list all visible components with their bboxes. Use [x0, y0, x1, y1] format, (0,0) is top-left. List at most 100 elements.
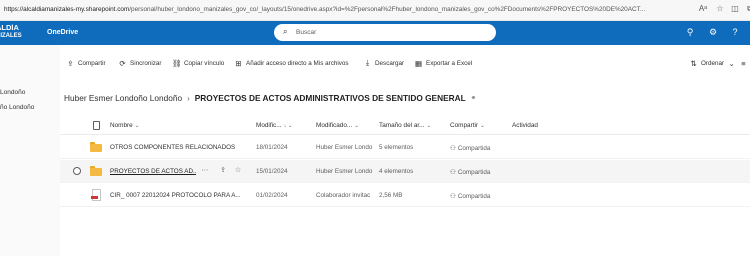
organization-logo[interactable]: ALDÍA NIZALES	[0, 24, 30, 40]
sync-button[interactable]: ⟳ Sincronizar	[118, 54, 162, 72]
file-name[interactable]: OTROS COMPONENTES RELACIONADOS	[110, 144, 250, 151]
nav-item-owner-sub[interactable]: ño Londoño	[0, 104, 34, 111]
breadcrumb: Huber Esmer Londoño Londoño › PROYECTOS …	[64, 92, 477, 104]
file-size: 5 elementos	[379, 144, 414, 151]
command-bar: ⇪ Compartir ⟳ Sincronizar ⛓ Copiar víncu…	[60, 54, 750, 72]
search-placeholder: Buscar	[296, 29, 317, 36]
text-size-icon[interactable]: Aᵃ	[697, 4, 709, 13]
view-options-button[interactable]: ≡	[739, 54, 748, 72]
folder-icon	[90, 166, 102, 176]
link-icon: ⛓	[172, 58, 182, 68]
file-name[interactable]: PROYECTOS DE ACTOS AD...	[110, 168, 196, 175]
file-size: 4 elementos	[379, 168, 414, 175]
column-size-label: Tamaño del ar...	[379, 122, 425, 129]
search-box[interactable]: ⌕ Buscar	[274, 24, 496, 41]
breadcrumb-parent[interactable]: Huber Esmer Londoño Londoño	[64, 93, 182, 103]
column-sharing-label: Compartir	[450, 122, 479, 129]
modified-by: Huber Esmer Londo	[316, 168, 373, 175]
chevron-down-icon: ⌄	[354, 123, 359, 129]
nav-item-owner[interactable]: Londoño	[0, 89, 25, 96]
column-header-modified[interactable]: Modific... ↓ ⌄	[256, 122, 292, 129]
sort-button[interactable]: ⇅ Ordenar ⌄	[689, 54, 736, 72]
left-navigation: Londoño ño Londoño	[0, 45, 60, 256]
column-modified-label: Modific...	[256, 122, 282, 129]
help-icon[interactable]: ?	[729, 27, 741, 37]
sharing-status[interactable]: ⚇ Compartida	[450, 168, 491, 177]
chevron-down-icon: ⌄	[134, 123, 140, 129]
search-icon: ⌕	[283, 27, 288, 36]
url-host: https://alcaldiamanizales-my.sharepoint.…	[4, 6, 130, 13]
modified-date: 18/01/2024	[256, 144, 288, 151]
sort-icon: ⇅	[690, 58, 697, 68]
url-path: /personal/huber_londono_manizales_gov_co…	[129, 6, 646, 13]
add-shortcut-icon: ⊞	[235, 58, 242, 68]
split-screen-icon[interactable]: ◫	[729, 4, 741, 13]
share-people-icon[interactable]: ⚲	[684, 27, 696, 38]
sharing-status[interactable]: ⚇ Compartida	[450, 144, 491, 153]
export-excel-button[interactable]: ▦ Exportar a Excel	[414, 54, 472, 72]
people-icon: ⚇	[450, 145, 456, 152]
collections-icon[interactable]: ⧉	[744, 4, 750, 14]
app-name[interactable]: OneDrive	[47, 29, 78, 36]
sharing-status[interactable]: ⚇ Compartida	[450, 192, 491, 201]
modified-date: 01/02/2024	[256, 192, 288, 199]
share-icon: ⇪	[67, 58, 74, 68]
url-field[interactable]: https://alcaldiamanizales-my.sharepoint.…	[4, 6, 694, 13]
column-header-size[interactable]: Tamaño del ar... ⌄	[379, 122, 431, 129]
file-type-icon[interactable]	[93, 121, 100, 130]
chevron-down-icon: ⌄	[728, 58, 735, 68]
download-button[interactable]: ⤓ Descargar	[363, 54, 404, 72]
column-modified-by-label: Modificado...	[316, 122, 353, 129]
sort-arrow-icon: ↓ ⌄	[283, 123, 293, 129]
list-view-icon: ≡	[741, 58, 746, 68]
copy-link-button[interactable]: ⛓ Copiar vínculo	[172, 54, 224, 72]
suite-bar: ALDÍA NIZALES OneDrive ⌕ Buscar ⚲ ⚙ ?	[0, 21, 750, 45]
favorite-star-icon[interactable]: ☆	[233, 166, 243, 174]
pdf-file-icon	[91, 189, 101, 201]
file-list-header: Nombre ⌄ Modific... ↓ ⌄ Modificado... ⌄ Tam…	[60, 116, 750, 135]
excel-icon: ▦	[414, 58, 423, 68]
sharing-label: Compartida	[457, 192, 491, 200]
add-shortcut-label: Añadir acceso directo a Mis archivos	[246, 59, 349, 67]
table-row[interactable]: PROYECTOS DE ACTOS AD... ⋯ ⇪ ☆ 15/01/202…	[60, 160, 750, 183]
sync-icon: ⟳	[119, 58, 126, 68]
column-header-sharing[interactable]: Compartir ⌄	[450, 122, 485, 129]
table-row[interactable]: CIR_ 0007 22012024 PROTOCOLO PARA A... 0…	[60, 184, 750, 207]
column-header-activity[interactable]: Actividad	[512, 122, 538, 129]
people-icon: ⚇	[450, 169, 456, 176]
people-icon: ⚇	[450, 193, 456, 200]
share-row-icon[interactable]: ⇪	[218, 166, 228, 174]
favorite-icon[interactable]: ☆	[714, 4, 726, 13]
share-button[interactable]: ⇪ Compartir	[66, 54, 106, 72]
brand-line-2: NIZALES	[0, 33, 22, 39]
folder-icon	[90, 142, 102, 152]
column-name-label: Nombre	[110, 122, 133, 129]
chevron-down-icon: ⌄	[426, 123, 432, 129]
modified-by: Huber Esmer Londo	[316, 144, 373, 151]
modified-by: Colaborador invitac	[316, 192, 371, 199]
sync-label: Sincronizar	[130, 59, 162, 67]
brand-line-1: ALDÍA	[0, 24, 19, 32]
export-excel-label: Exportar a Excel	[426, 59, 473, 67]
file-name[interactable]: CIR_ 0007 22012024 PROTOCOLO PARA A...	[110, 192, 250, 199]
modified-date: 15/01/2024	[256, 168, 288, 175]
download-label: Descargar	[375, 59, 405, 67]
row-select-radio[interactable]	[73, 167, 81, 175]
download-icon: ⤓	[365, 58, 370, 67]
table-row[interactable]: OTROS COMPONENTES RELACIONADOS 18/01/202…	[60, 136, 750, 159]
breadcrumb-current: PROYECTOS DE ACTOS ADMINISTRATIVOS DE SE…	[194, 93, 466, 103]
sharing-label: Compartida	[457, 168, 491, 176]
column-header-name[interactable]: Nombre ⌄	[110, 122, 139, 129]
sort-label: Ordenar	[701, 59, 725, 67]
browser-address-bar: https://alcaldiamanizales-my.sharepoint.…	[0, 0, 750, 21]
share-label: Compartir	[78, 59, 106, 67]
breadcrumb-separator: ›	[187, 93, 190, 103]
more-actions-icon[interactable]: ⋯	[200, 166, 210, 174]
shared-folder-icon: ⚭	[470, 95, 477, 102]
add-shortcut-button[interactable]: ⊞ Añadir acceso directo a Mis archivos	[234, 54, 349, 72]
sharing-label: Compartida	[457, 144, 491, 152]
copy-link-label: Copiar vínculo	[184, 59, 225, 67]
column-header-modified-by[interactable]: Modificado... ⌄	[316, 122, 359, 129]
settings-gear-icon[interactable]: ⚙	[707, 27, 719, 38]
chevron-down-icon: ⌄	[480, 123, 485, 129]
